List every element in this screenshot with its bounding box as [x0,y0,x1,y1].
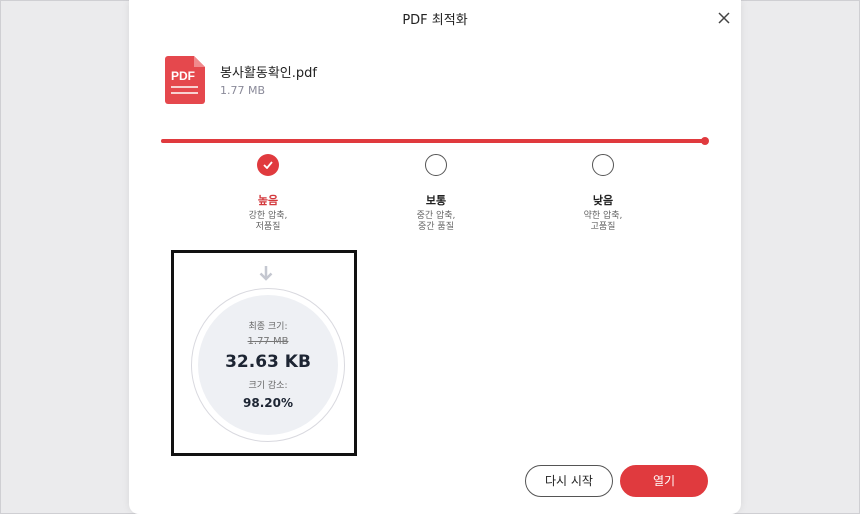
final-size-label: 최종 크기: [248,322,288,332]
open-button[interactable]: 열기 [620,465,708,497]
option-high[interactable]: 높음 강한 압축, 저품질 [208,154,328,233]
optimize-dialog: PDF 최적화 PDF 봉사활동확인.pdf 1.77 MB 높음 강한 압축,… [129,0,741,514]
option-low[interactable]: 낮음 약한 압축, 고품질 [543,154,663,233]
radio-high[interactable] [257,154,279,176]
option-medium[interactable]: 보통 중간 압축, 중간 품질 [376,154,496,233]
arrow-down-icon [259,266,273,281]
check-icon [263,161,273,169]
option-medium-title: 보통 [425,194,447,207]
option-low-desc: 약한 압축, 고품질 [543,211,663,233]
radio-low[interactable] [592,154,614,176]
size-reduction-label: 크기 감소: [248,381,288,391]
option-medium-desc-line1: 중간 압축, [416,211,456,221]
pdf-file-icon: PDF [165,56,205,104]
option-high-title: 높음 [257,194,279,207]
option-high-desc-line1: 강한 압축, [248,211,288,221]
radio-medium[interactable] [425,154,447,176]
option-high-desc-line2: 저품질 [255,222,281,232]
final-size: 32.63 KB [225,352,311,372]
option-low-desc-line1: 약한 압축, [583,211,623,221]
file-name: 봉사활동확인.pdf [220,66,317,81]
original-size: 1.77 MB [247,336,289,347]
option-medium-desc: 중간 압축, 중간 품질 [376,211,496,233]
dialog-title: PDF 최적화 [402,13,468,28]
option-high-desc: 강한 압축, 저품질 [208,211,328,233]
compression-slider[interactable] [161,137,709,145]
compression-slider-fill [161,139,705,143]
close-button[interactable] [715,9,733,27]
result-circle-inner: 최종 크기: 1.77 MB 32.63 KB 크기 감소: 98.20% [198,295,338,435]
compression-slider-knob[interactable] [701,137,709,145]
option-low-title: 낮음 [592,194,614,207]
option-low-desc-line2: 고품질 [590,222,616,232]
size-reduction-value: 98.20% [243,396,293,410]
result-panel: 최종 크기: 1.77 MB 32.63 KB 크기 감소: 98.20% [171,250,357,456]
result-circle: 최종 크기: 1.77 MB 32.63 KB 크기 감소: 98.20% [191,288,345,442]
file-size: 1.77 MB [220,84,266,97]
option-medium-desc-line2: 중간 품질 [418,222,454,232]
pdf-icon-label: PDF [171,69,195,83]
close-icon [718,12,730,24]
restart-button[interactable]: 다시 시작 [525,465,613,497]
